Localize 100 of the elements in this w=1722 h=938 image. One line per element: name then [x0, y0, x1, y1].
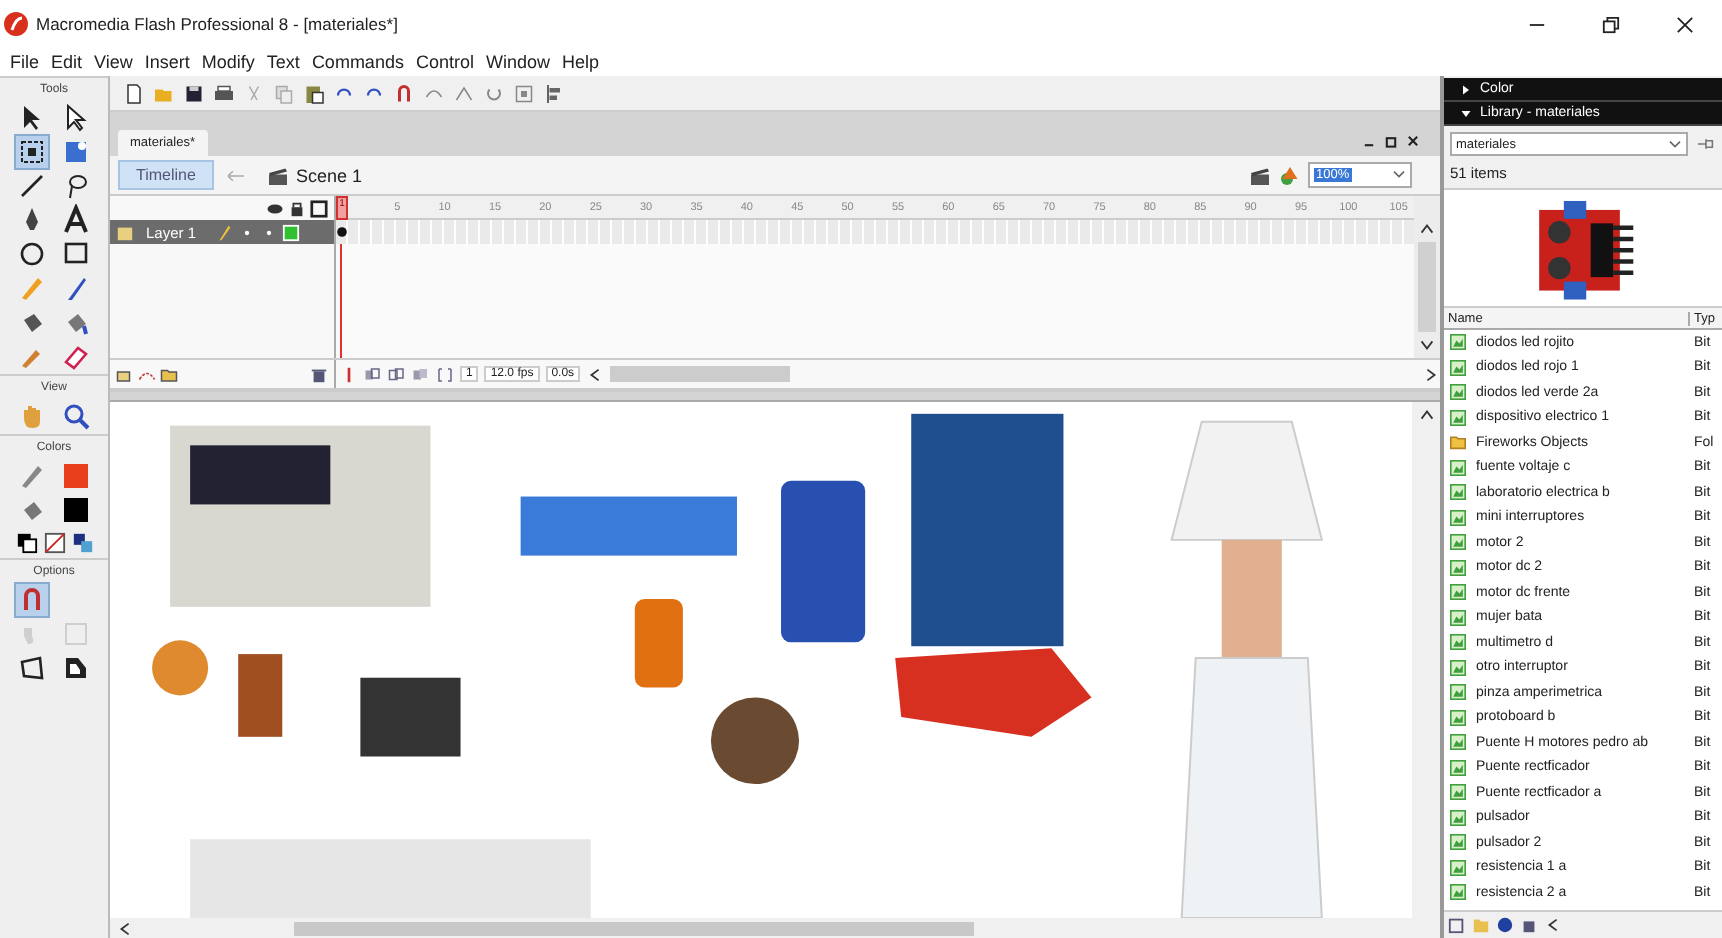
scroll-up-icon[interactable] — [1417, 406, 1435, 424]
scrollbar-thumb[interactable] — [294, 921, 974, 935]
vertical-scrollbar[interactable] — [1414, 196, 1440, 358]
add-layer-icon[interactable] — [116, 365, 134, 383]
swap-colors-icon[interactable] — [71, 532, 93, 554]
line-icon[interactable] — [16, 170, 48, 202]
image-icon — [1450, 534, 1466, 551]
image-icon — [1450, 609, 1466, 626]
scrollbar-thumb[interactable] — [1418, 242, 1436, 332]
scroll-left-icon[interactable] — [1544, 916, 1562, 934]
menu-item[interactable]: Text — [260, 52, 306, 72]
menu-item[interactable]: Commands — [305, 52, 410, 72]
restore-icon[interactable] — [1602, 15, 1620, 33]
close-icon[interactable] — [1406, 134, 1420, 148]
trash-icon[interactable] — [1520, 916, 1538, 934]
image-icon — [1450, 509, 1466, 526]
horizontal-scrollbar[interactable] — [110, 918, 1440, 938]
image-icon — [1450, 784, 1466, 801]
pin-icon[interactable] — [1696, 136, 1716, 152]
save-icon[interactable] — [182, 81, 206, 105]
image-icon — [1450, 409, 1466, 426]
playhead-line — [340, 244, 342, 358]
scroll-down-icon[interactable] — [1418, 336, 1436, 354]
menu-item[interactable]: Window — [479, 52, 556, 72]
menu-item[interactable]: View — [88, 52, 139, 72]
triangle-down-icon — [1460, 107, 1472, 119]
scroll-left-icon[interactable] — [116, 919, 134, 937]
scrollbar-thumb[interactable] — [610, 366, 791, 382]
align-icon[interactable] — [542, 81, 566, 105]
scale-icon[interactable] — [512, 81, 536, 105]
edit-frames-icon[interactable] — [412, 365, 430, 383]
chevron-down-icon[interactable] — [1392, 170, 1406, 180]
markers-icon[interactable] — [436, 365, 454, 383]
folder-icon[interactable] — [160, 365, 178, 383]
clapperboard-icon[interactable] — [1248, 163, 1272, 187]
onion-outline-icon[interactable] — [388, 365, 406, 383]
image-icon — [1450, 834, 1466, 851]
scene-label[interactable]: Scene 1 — [295, 165, 362, 185]
pencil-icon — [16, 460, 48, 492]
zoom-icon[interactable] — [60, 400, 92, 432]
envelope-icon[interactable] — [60, 652, 92, 684]
triangle-right-icon — [1460, 83, 1472, 95]
oval-icon[interactable] — [16, 238, 48, 270]
image-icon — [1450, 384, 1466, 401]
menu-item[interactable]: Control — [409, 52, 480, 72]
new-symbol-icon[interactable] — [1448, 916, 1466, 934]
image-icon — [1450, 584, 1466, 601]
transform-icon[interactable] — [16, 136, 48, 168]
image-icon — [1450, 659, 1466, 676]
distort-icon[interactable] — [16, 652, 48, 684]
fill-color-swatch[interactable] — [60, 494, 92, 526]
image-icon — [1450, 634, 1466, 651]
menu-item[interactable]: Help — [555, 52, 605, 72]
magnet-icon[interactable] — [392, 81, 416, 105]
scroll-up-icon[interactable] — [1418, 220, 1436, 238]
stroke-color-swatch[interactable] — [60, 460, 92, 492]
print-icon[interactable] — [212, 81, 236, 105]
image-icon — [1450, 359, 1466, 376]
chevron-down-icon[interactable] — [1668, 139, 1682, 149]
image-icon — [1450, 709, 1466, 726]
menu-item[interactable]: Insert — [138, 52, 196, 72]
menu-item[interactable]: Edit — [45, 52, 89, 72]
letter-a-icon[interactable] — [60, 204, 92, 236]
image-icon — [1450, 459, 1466, 476]
image-icon — [1450, 734, 1466, 751]
image-icon — [1450, 334, 1466, 351]
close-icon[interactable] — [1676, 15, 1694, 33]
layer-icon — [116, 223, 134, 241]
scroll-right-icon[interactable] — [1422, 365, 1440, 383]
default-colors-icon[interactable] — [15, 532, 37, 554]
timeline-button[interactable]: Timeline — [118, 160, 214, 190]
lock-icon[interactable] — [288, 199, 306, 217]
outline-swatch-icon[interactable] — [282, 223, 301, 241]
image-icon — [1450, 884, 1466, 901]
image-icon — [1450, 859, 1466, 876]
image-icon — [1450, 809, 1466, 826]
straighten-icon[interactable] — [452, 81, 476, 105]
image-icon — [1450, 759, 1466, 776]
outline-icon[interactable] — [310, 199, 328, 217]
paste-icon[interactable] — [302, 81, 326, 105]
magnet-icon[interactable] — [16, 584, 48, 616]
no-color-icon[interactable] — [43, 532, 65, 554]
menu-item[interactable]: File — [4, 52, 46, 72]
new-file-icon[interactable] — [122, 81, 146, 105]
clapperboard-icon — [265, 163, 290, 187]
menu-item[interactable]: Modify — [195, 52, 261, 72]
image-icon — [1450, 484, 1466, 501]
gradient-transform-icon[interactable] — [60, 136, 92, 168]
scroll-left-icon[interactable] — [586, 365, 605, 383]
eye-icon[interactable] — [266, 199, 284, 217]
window-title: Macromedia Flash Professional 8 - [materiales*] — [36, 14, 398, 34]
image-icon — [1450, 684, 1466, 701]
image-icon — [1450, 559, 1466, 576]
restore-icon[interactable] — [1384, 134, 1398, 148]
onion-skin-icon[interactable] — [364, 365, 382, 383]
keyframe-icon[interactable] — [336, 226, 348, 238]
info-icon[interactable] — [1496, 916, 1514, 934]
folder-icon — [1450, 434, 1466, 451]
trash-icon[interactable] — [310, 365, 328, 383]
pencil-icon — [216, 223, 235, 241]
